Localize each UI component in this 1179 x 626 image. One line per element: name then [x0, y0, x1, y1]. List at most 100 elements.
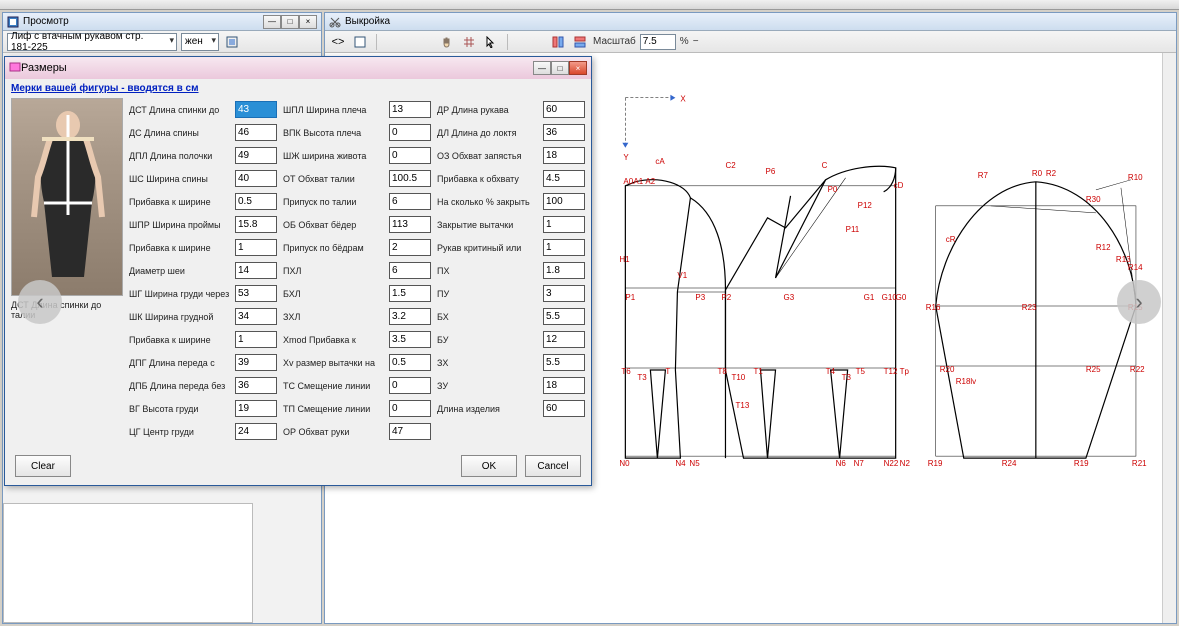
- scale-input[interactable]: [640, 34, 676, 50]
- measurement-input[interactable]: [389, 308, 431, 325]
- measurement-input[interactable]: [543, 377, 585, 394]
- svg-text:P11: P11: [846, 225, 860, 234]
- measurement-input[interactable]: [235, 216, 277, 233]
- measurement-row: Закрытие вытачки: [437, 213, 585, 236]
- svg-text:T4: T4: [826, 367, 836, 376]
- measurement-input[interactable]: [235, 331, 277, 348]
- measurements-col-2: ШПЛ Ширина плечаВПК Высота плечаШЖ ширин…: [283, 98, 431, 443]
- clear-button[interactable]: Clear: [15, 455, 71, 477]
- carousel-prev-button[interactable]: ‹: [18, 280, 62, 324]
- measurement-input[interactable]: [389, 101, 431, 118]
- svg-text:R0: R0: [1032, 169, 1043, 178]
- measurement-input[interactable]: [543, 285, 585, 302]
- svg-text:A2: A2: [645, 177, 655, 186]
- gender-combo[interactable]: жен: [181, 33, 219, 51]
- measurement-row: ЗХЛ: [283, 305, 431, 328]
- measurement-input[interactable]: [235, 170, 277, 187]
- measurement-input[interactable]: [235, 124, 277, 141]
- measurement-input[interactable]: [543, 124, 585, 141]
- measurement-label: ТП Смещение линии: [283, 404, 386, 414]
- preview-close-button[interactable]: ×: [299, 15, 317, 29]
- measurement-input[interactable]: [543, 193, 585, 210]
- measurement-input[interactable]: [235, 423, 277, 440]
- hand-tool-button[interactable]: [438, 33, 456, 51]
- measurement-label: На сколько % закрыть: [437, 197, 540, 207]
- measurement-input[interactable]: [235, 354, 277, 371]
- layout-tool-2[interactable]: [571, 33, 589, 51]
- measurement-input[interactable]: [389, 124, 431, 141]
- measurement-input[interactable]: [389, 147, 431, 164]
- measurement-label: Прибавка к ширине: [129, 197, 232, 207]
- preview-tool-button[interactable]: [223, 33, 241, 51]
- measurement-input[interactable]: [389, 354, 431, 371]
- measurement-input[interactable]: [235, 377, 277, 394]
- preview-min-button[interactable]: —: [263, 15, 281, 29]
- svg-text:cD: cD: [894, 181, 904, 190]
- measurement-input[interactable]: [235, 239, 277, 256]
- ok-button[interactable]: OK: [461, 455, 517, 477]
- measurement-input[interactable]: [389, 423, 431, 440]
- measurement-input[interactable]: [389, 170, 431, 187]
- svg-text:A1: A1: [633, 177, 643, 186]
- svg-text:C2: C2: [725, 161, 736, 170]
- measurement-input[interactable]: [235, 193, 277, 210]
- layout-tool-1[interactable]: [549, 33, 567, 51]
- measurement-row: ДЛ Длина до локтя: [437, 121, 585, 144]
- svg-text:Y: Y: [623, 153, 629, 162]
- preview-max-button[interactable]: □: [281, 15, 299, 29]
- measurement-label: ЦГ Центр груди: [129, 427, 232, 437]
- measurement-label: Припуск по бёдрам: [283, 243, 386, 253]
- measurement-row: ШПР Ширина проймы: [129, 213, 277, 236]
- pattern-vscrollbar[interactable]: [1162, 53, 1176, 623]
- dialog-min-button[interactable]: —: [533, 61, 551, 75]
- svg-text:P0: P0: [828, 185, 838, 194]
- measurement-row: Припуск по талии: [283, 190, 431, 213]
- measurement-input[interactable]: [543, 331, 585, 348]
- measurement-input[interactable]: [389, 331, 431, 348]
- measurement-input[interactable]: [389, 285, 431, 302]
- measurement-input[interactable]: [543, 216, 585, 233]
- dialog-max-button[interactable]: □: [551, 61, 569, 75]
- measurement-input[interactable]: [389, 377, 431, 394]
- measurement-input[interactable]: [235, 147, 277, 164]
- measurement-input[interactable]: [235, 262, 277, 279]
- measurement-input[interactable]: [543, 354, 585, 371]
- dialog-photo-column: ДСТ Длина спинки до талии: [11, 98, 123, 443]
- measurement-row: На сколько % закрыть: [437, 190, 585, 213]
- measurement-input[interactable]: [543, 170, 585, 187]
- measurement-input[interactable]: [543, 239, 585, 256]
- measurement-input[interactable]: [389, 216, 431, 233]
- measurement-input[interactable]: [543, 400, 585, 417]
- carousel-next-button[interactable]: ›: [1117, 280, 1161, 324]
- measurement-input[interactable]: [235, 308, 277, 325]
- measurement-row: ТП Смещение линии: [283, 397, 431, 420]
- measurement-input[interactable]: [543, 308, 585, 325]
- dialog-close-button[interactable]: ×: [569, 61, 587, 75]
- pointer-tool-button[interactable]: [482, 33, 500, 51]
- measurements-help-link[interactable]: Мерки вашей фигуры - вводятся в см: [11, 83, 199, 94]
- measurement-input[interactable]: [389, 193, 431, 210]
- measurement-input[interactable]: [235, 101, 277, 118]
- svg-text:T13: T13: [735, 401, 749, 410]
- pattern-name-combo[interactable]: Лиф с втачным рукавом стр. 181-225: [7, 33, 177, 51]
- design-view-button[interactable]: [351, 33, 369, 51]
- svg-text:Tp: Tp: [900, 367, 910, 376]
- grid-tool-button[interactable]: [460, 33, 478, 51]
- dialog-titlebar[interactable]: Размеры — □ ×: [5, 57, 591, 79]
- measurement-input[interactable]: [389, 239, 431, 256]
- measurement-input[interactable]: [543, 147, 585, 164]
- measurement-label: ШПР Ширина проймы: [129, 220, 232, 230]
- measurement-label: БХ: [437, 312, 540, 322]
- measurement-input[interactable]: [389, 400, 431, 417]
- cancel-button[interactable]: Cancel: [525, 455, 581, 477]
- measurement-row: ВГ Высота груди: [129, 397, 277, 420]
- measurement-label: БХЛ: [283, 289, 386, 299]
- code-view-button[interactable]: <>: [329, 33, 347, 51]
- measurement-input[interactable]: [543, 101, 585, 118]
- measurement-input[interactable]: [543, 262, 585, 279]
- measurement-input[interactable]: [235, 285, 277, 302]
- measurement-row: ШПЛ Ширина плеча: [283, 98, 431, 121]
- measurement-input[interactable]: [235, 400, 277, 417]
- measurement-input[interactable]: [389, 262, 431, 279]
- measurement-row: Рукав критиный или: [437, 236, 585, 259]
